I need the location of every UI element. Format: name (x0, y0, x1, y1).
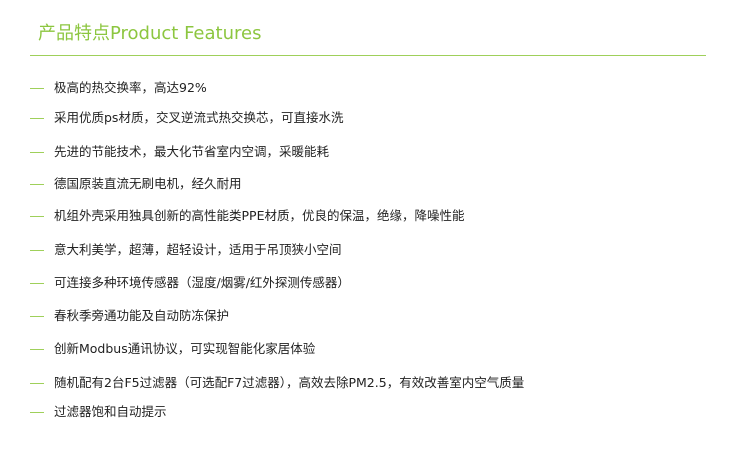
list-item: 先进的节能技术，最大化节省室内空调，采暖能耗 (30, 142, 329, 162)
list-item: 极高的热交换率，高达92% (30, 78, 207, 98)
list-item: 德国原装直流无刷电机，经久耐用 (30, 174, 242, 194)
dash-bullet-icon (30, 382, 44, 384)
dash-bullet-icon (30, 215, 44, 217)
dash-bullet-icon (30, 411, 44, 413)
dash-bullet-icon (30, 183, 44, 185)
list-item: 可连接多种环境传感器（湿度/烟雾/红外探测传感器） (30, 273, 350, 293)
feature-text: 可连接多种环境传感器（湿度/烟雾/红外探测传感器） (54, 275, 350, 290)
feature-text: 随机配有2台F5过滤器（可选配F7过滤器），高效去除PM2.5，有效改善室内空气… (54, 375, 525, 390)
dash-bullet-icon (30, 282, 44, 284)
list-item: 随机配有2台F5过滤器（可选配F7过滤器），高效去除PM2.5，有效改善室内空气… (30, 373, 524, 393)
feature-text: 意大利美学，超薄，超轻设计，适用于吊顶狭小空间 (54, 242, 342, 257)
dash-bullet-icon (30, 117, 44, 119)
list-item: 意大利美学，超薄，超轻设计，适用于吊顶狭小空间 (30, 240, 342, 260)
feature-text: 创新Modbus通讯协议，可实现智能化家居体验 (54, 341, 316, 356)
dash-bullet-icon (30, 151, 44, 153)
list-item: 机组外壳采用独具创新的高性能类PPE材质，优良的保温，绝缘，降噪性能 (30, 206, 464, 226)
feature-list: 极高的热交换率，高达92% 采用优质ps材质，交叉逆流式热交换芯，可直接水洗 先… (0, 0, 750, 450)
dash-bullet-icon (30, 249, 44, 251)
feature-text: 过滤器饱和自动提示 (54, 404, 167, 419)
list-item: 创新Modbus通讯协议，可实现智能化家居体验 (30, 339, 315, 359)
list-item: 过滤器饱和自动提示 (30, 402, 167, 422)
feature-text: 采用优质ps材质，交叉逆流式热交换芯，可直接水洗 (54, 110, 344, 125)
feature-text: 先进的节能技术，最大化节省室内空调，采暖能耗 (54, 144, 330, 159)
feature-text: 机组外壳采用独具创新的高性能类PPE材质，优良的保温，绝缘，降噪性能 (54, 208, 465, 223)
feature-text: 极高的热交换率，高达92% (54, 80, 207, 95)
list-item: 采用优质ps材质，交叉逆流式热交换芯，可直接水洗 (30, 108, 343, 128)
feature-text: 德国原装直流无刷电机，经久耐用 (54, 176, 242, 191)
dash-bullet-icon (30, 87, 44, 89)
list-item: 春秋季旁通功能及自动防冻保护 (30, 306, 229, 326)
feature-text: 春秋季旁通功能及自动防冻保护 (54, 308, 230, 323)
dash-bullet-icon (30, 348, 44, 350)
dash-bullet-icon (30, 315, 44, 317)
